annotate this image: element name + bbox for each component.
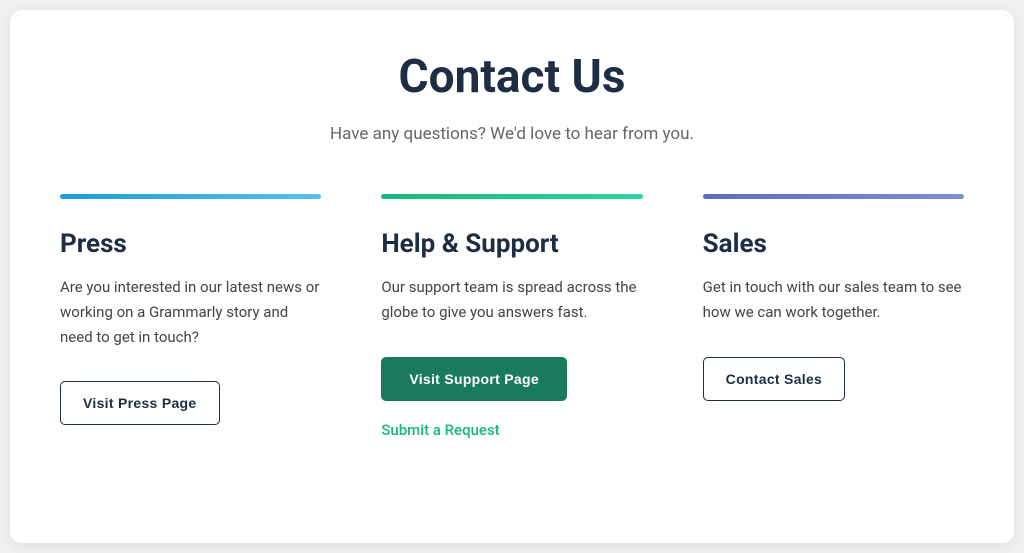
page-subtitle: Have any questions? We'd love to hear fr… [60, 124, 964, 144]
header-section: Contact Us Have any questions? We'd love… [60, 50, 964, 144]
contact-card: Contact Us Have any questions? We'd love… [10, 10, 1014, 543]
column-title-press: Press [60, 229, 321, 259]
accent-bar-sales [703, 194, 964, 199]
column-title-support: Help & Support [381, 229, 642, 259]
link-support[interactable]: Submit a Request [381, 421, 642, 439]
cta-button-sales[interactable]: Contact Sales [703, 357, 846, 401]
column-desc-sales: Get in touch with our sales team to see … [703, 275, 964, 325]
column-title-sales: Sales [703, 229, 964, 259]
column-desc-press: Are you interested in our latest news or… [60, 275, 321, 349]
cta-button-support[interactable]: Visit Support Page [381, 357, 567, 401]
accent-bar-press [60, 194, 321, 199]
columns-container: Press Are you interested in our latest n… [60, 194, 964, 439]
accent-bar-support [381, 194, 642, 199]
column-desc-support: Our support team is spread across the gl… [381, 275, 642, 325]
column-sales: Sales Get in touch with our sales team t… [673, 194, 964, 439]
cta-button-press[interactable]: Visit Press Page [60, 381, 220, 425]
column-press: Press Are you interested in our latest n… [60, 194, 351, 439]
column-support: Help & Support Our support team is sprea… [351, 194, 672, 439]
page-title: Contact Us [60, 50, 964, 104]
